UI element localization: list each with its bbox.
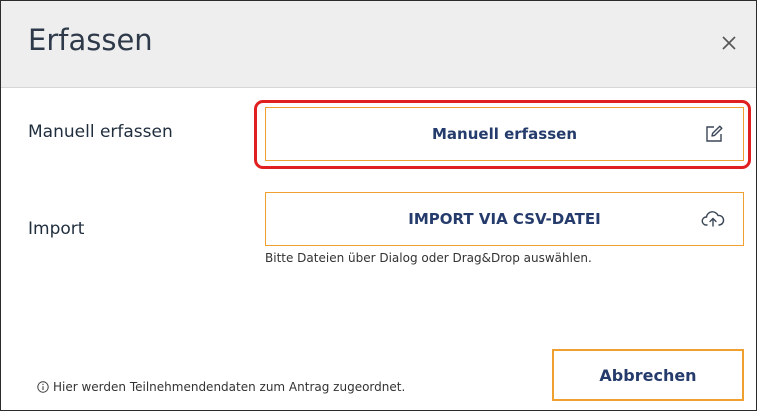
- dialog-header: Erfassen: [1, 1, 756, 88]
- cancel-button[interactable]: Abbrechen: [552, 349, 744, 401]
- footer-note: Hier werden Teilnehmendendaten zum Antra…: [37, 380, 405, 394]
- cancel-button-label: Abbrechen: [599, 365, 697, 385]
- manual-row-label: Manuell erfassen: [28, 122, 173, 142]
- import-row-label: Import: [28, 219, 85, 239]
- csv-import-button[interactable]: IMPORT VIA CSV-DATEI: [265, 192, 744, 246]
- csv-import-button-label: IMPORT VIA CSV-DATEI: [408, 210, 601, 228]
- import-hint: Bitte Dateien über Dialog oder Drag&Drop…: [265, 251, 592, 265]
- info-icon: [37, 381, 49, 393]
- close-icon: [722, 36, 736, 50]
- erfassen-dialog: Erfassen Manuell erfassen Manuell erfass…: [0, 0, 757, 411]
- dialog-title: Erfassen: [28, 23, 153, 57]
- close-button[interactable]: [716, 30, 742, 56]
- cloud-upload-icon: [701, 209, 725, 229]
- footer-note-text: Hier werden Teilnehmendendaten zum Antra…: [53, 380, 406, 394]
- manual-entry-highlight: [254, 100, 751, 169]
